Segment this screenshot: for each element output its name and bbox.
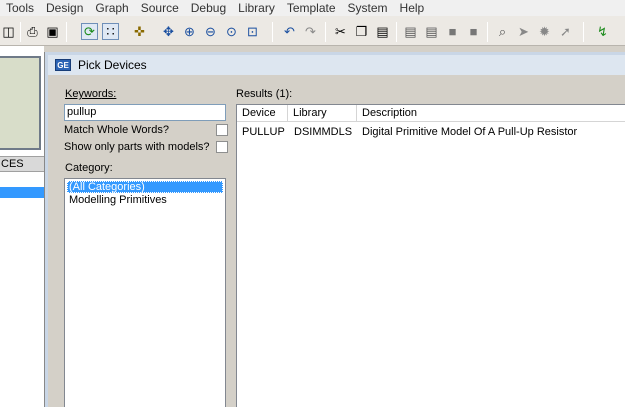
results-label: Results (1):: [236, 88, 293, 100]
design-explorer-icon[interactable]: ↯: [594, 23, 611, 40]
block-copy-icon[interactable]: ▤: [402, 23, 419, 40]
toolbar-separator: [20, 22, 21, 42]
print-icon[interactable]: ⎙: [24, 23, 41, 40]
results-header: Device Library Description: [237, 105, 625, 122]
toolbar-separator: [325, 22, 326, 42]
results-table[interactable]: Device Library Description PULLUP DSIMMD…: [236, 104, 625, 407]
show-models-checkbox[interactable]: [216, 141, 228, 153]
category-item-modelling-primitives[interactable]: Modelling Primitives: [67, 194, 169, 206]
pick-devices-dialog: GE Pick Devices Keywords: pullup Match W…: [44, 52, 625, 407]
block-delete-icon[interactable]: ■: [465, 23, 482, 40]
pan-icon[interactable]: ✥: [160, 23, 177, 40]
left-pane: CES: [0, 46, 44, 407]
dialog-title: Pick Devices: [78, 58, 147, 72]
refresh-icon[interactable]: ⟳: [81, 23, 98, 40]
menu-design[interactable]: Design: [41, 0, 90, 16]
origin-icon[interactable]: ✜: [131, 23, 148, 40]
category-item-all[interactable]: (All Categories): [67, 181, 223, 193]
block-move-icon[interactable]: ▤: [423, 23, 440, 40]
undo-icon[interactable]: ↶: [281, 23, 298, 40]
print-area-icon[interactable]: ▣: [44, 23, 61, 40]
make-device-icon[interactable]: ➤: [515, 23, 532, 40]
match-whole-words-label: Match Whole Words?: [64, 124, 169, 136]
menu-bar: Tools Design Graph Source Debug Library …: [0, 0, 625, 16]
netlist-icon[interactable]: ◫: [0, 23, 17, 40]
zoom-all-icon[interactable]: ⊙: [223, 23, 240, 40]
decompose-icon[interactable]: ➚: [557, 23, 574, 40]
result-library[interactable]: DSIMMDLS: [294, 125, 352, 139]
result-device[interactable]: PULLUP: [242, 125, 285, 139]
show-models-label: Show only parts with models?: [64, 141, 210, 153]
category-list[interactable]: (All Categories) Modelling Primitives: [64, 178, 226, 407]
toolbar-separator: [66, 22, 67, 42]
overview-window[interactable]: [0, 56, 41, 150]
copy-icon[interactable]: ❐: [353, 23, 370, 40]
zoom-in-icon[interactable]: ⊕: [181, 23, 198, 40]
menu-template[interactable]: Template: [282, 0, 343, 16]
menu-system[interactable]: System: [343, 0, 395, 16]
menu-library[interactable]: Library: [233, 0, 282, 16]
keywords-label: Keywords:: [65, 88, 116, 100]
toolbar-separator: [396, 22, 397, 42]
menu-debug[interactable]: Debug: [186, 0, 233, 16]
devices-list-selected-row[interactable]: [0, 187, 44, 198]
zoom-out-icon[interactable]: ⊖: [202, 23, 219, 40]
grid-icon[interactable]: ∷: [102, 23, 119, 40]
toolbar-separator: [583, 22, 584, 42]
match-whole-words-checkbox[interactable]: [216, 124, 228, 136]
category-label: Category:: [65, 162, 113, 174]
package-tool-icon[interactable]: ✹: [536, 23, 553, 40]
column-header-library[interactable]: Library: [288, 105, 357, 121]
menu-help[interactable]: Help: [395, 0, 432, 16]
menu-graph[interactable]: Graph: [90, 0, 135, 16]
toolbar-separator: [272, 22, 273, 42]
result-description[interactable]: Digital Primitive Model Of A Pull-Up Res…: [362, 125, 577, 139]
column-header-description[interactable]: Description: [357, 105, 625, 121]
toolbar: ◫ ⎙ ▣ ⟳ ∷ ✜ ✥ ⊕ ⊖ ⊙ ⊡ ↶ ↷ ✂ ❐ ▤ ▤ ▤ ■ ■ …: [0, 16, 625, 46]
pick-device-icon[interactable]: ⌕: [494, 23, 511, 40]
toolbar-separator: [487, 22, 488, 42]
devices-list-header: CES: [0, 156, 44, 172]
menu-tools[interactable]: Tools: [0, 0, 41, 16]
keywords-input[interactable]: pullup: [64, 104, 226, 121]
menu-source[interactable]: Source: [136, 0, 186, 16]
dialog-titlebar[interactable]: GE Pick Devices: [48, 55, 625, 75]
app-icon: GE: [55, 59, 71, 71]
paste-icon[interactable]: ▤: [374, 23, 391, 40]
cut-icon[interactable]: ✂: [332, 23, 349, 40]
block-rotate-icon[interactable]: ■: [444, 23, 461, 40]
column-header-device[interactable]: Device: [237, 105, 288, 121]
zoom-area-icon[interactable]: ⊡: [244, 23, 261, 40]
redo-icon[interactable]: ↷: [302, 23, 319, 40]
keywords-label-text: Keywords:: [65, 88, 117, 100]
